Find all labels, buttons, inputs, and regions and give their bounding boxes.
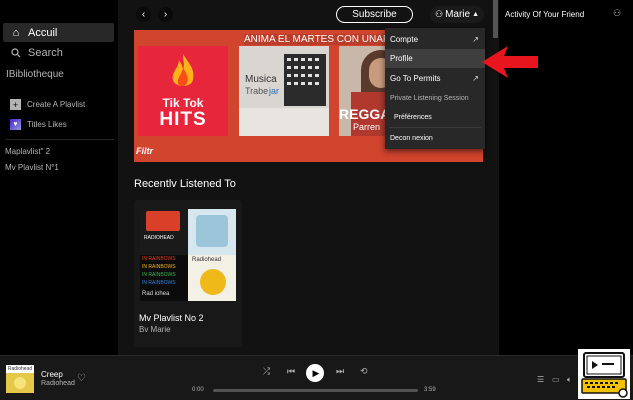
menu-item-label: Private Listening Session [390,95,469,102]
card-subtitle: Bv Marie [139,325,171,334]
add-friend-icon[interactable]: ⚇ [613,8,621,19]
collage-text: IN RAINBOWS [142,256,176,262]
sidebar-divider [6,139,114,140]
liked-titles-button[interactable]: ♥ Titles Likes [10,119,67,130]
card-title: Mv Plavlist No 2 [139,313,204,323]
now-playing-title[interactable]: Creep [41,370,63,379]
chevron-right-icon: › [163,9,168,20]
menu-item-permits[interactable]: Go To Permits ↗ [385,69,485,88]
collage-tile: IN RAINBOWS IN RAINBOWS IN RAINBOWS IN R… [140,255,188,301]
section-title: Recentlv Listened To [134,178,236,190]
nav-search[interactable]: Search [3,43,114,62]
menu-item-label: Compte [390,35,419,44]
back-button[interactable]: ‹ [136,7,151,22]
site-logo-icon [578,349,630,399]
play-button[interactable]: ▶ [306,364,324,382]
user-icon: ⚇ [435,9,444,19]
cover-title-line: Parren [353,122,381,132]
external-link-icon: ↗ [472,35,479,44]
banner-title: ANIMA EL MARTES CON UNAPL [244,34,396,45]
collage-text: RADIOHEAD [144,235,174,241]
time-total: 3:59 [424,387,436,393]
flame-icon [172,54,194,86]
menu-item-preferences[interactable]: Préférences [385,108,485,127]
sidebar: ⌂ Accuil Search IBibliotheque + Create A… [0,0,118,355]
caret-up-icon: ▲ [472,11,480,18]
menu-divider [389,127,481,128]
scrollbar[interactable] [493,0,498,38]
nav-home-label: Accuil [28,26,58,39]
cover-title-line: Trabe [245,86,269,96]
search-icon [9,47,23,58]
menu-item-label: Decon nexion [390,135,433,142]
devices-icon[interactable]: ▭ [552,375,560,384]
chevron-left-icon: ‹ [141,9,146,20]
cover-title-line: Musica [245,74,277,85]
recent-playlist-card[interactable]: RADIOHEAD IN RAINBOWS IN RAINBOWS IN RAI… [134,200,242,347]
repeat-icon[interactable]: ⟲ [360,366,368,377]
user-name: Marie [445,9,471,20]
now-playing-album-art[interactable]: Radiohead [6,365,34,393]
cover-title-line: HITS [159,109,207,130]
playlist-cover-musica[interactable]: Musica Trabe jar [239,46,329,136]
album-art-label: Radiohead [6,365,34,373]
subscribe-button[interactable]: Subscribe [336,6,413,23]
playlist-cover-tiktok[interactable]: Tik Tok HITS [138,46,228,136]
cover-title-line: jar [269,86,280,96]
next-icon[interactable]: ⏭ [336,366,344,377]
collage-shape [146,211,180,231]
playlist-collage: RADIOHEAD IN RAINBOWS IN RAINBOWS IN RAI… [140,209,236,301]
collage-text: IN RAINBOWS [142,280,176,286]
collage-tile: Radiohead [188,255,236,301]
friend-activity-title: Activity Of Your Friend [505,10,585,19]
user-menu-button[interactable]: ⚇ Marie ▲ [430,6,485,23]
cover-title-line: REGGA [339,106,391,122]
previous-icon[interactable]: ⏮ [287,366,295,377]
menu-item-label: Go To Permits [390,74,441,83]
collage-text: Radiohead [192,257,222,263]
progress-bar[interactable] [213,389,418,392]
menu-item-logout[interactable]: Decon nexion [385,129,485,148]
menu-item-label: Préférences [394,114,432,121]
queue-icon[interactable]: ☰ [537,375,544,384]
calendar-shape [284,54,326,106]
nav-home[interactable]: ⌂ Accuil [3,23,114,42]
shuffle-icon[interactable]: ⤮ [263,366,270,377]
time-elapsed: 0:00 [192,387,204,393]
desk-shape [239,108,329,136]
play-icon: ▶ [312,367,320,378]
liked-titles-label: Titles Likes [27,120,67,129]
sidebar-playlist-item[interactable]: Mv Plavlist N°1 [5,163,59,172]
create-playlist-label: Create A Plavlist [27,100,86,109]
album-art-shape [14,377,26,389]
collage-tile [188,209,236,255]
volume-icon[interactable]: 🔈︎ [567,375,572,385]
menu-item-label: Profile [390,54,413,63]
menu-item-private-session[interactable]: Private Listening Session [385,89,485,108]
cover-title-line: Tik Tok [162,96,204,110]
heart-icon: ♥ [10,119,21,130]
filtr-logo: Filtr [136,146,153,156]
plus-icon: + [10,99,21,110]
home-icon: ⌂ [12,26,20,39]
user-dropdown-menu: Compte ↗ Profile Go To Permits ↗ Private… [385,28,485,149]
menu-item-profile[interactable]: Profile [385,49,485,68]
now-playing-artist[interactable]: Radiohead [41,380,75,387]
external-link-icon: ↗ [472,74,479,83]
collage-shape [200,269,226,295]
forward-button[interactable]: › [158,7,173,22]
collage-shape [196,215,228,247]
collage-text: Rad iohea [142,291,170,297]
create-playlist-button[interactable]: + Create A Plavlist [10,99,85,110]
menu-item-account[interactable]: Compte ↗ [385,30,485,49]
annotation-arrow-icon [482,46,538,78]
nav-search-label: Search [28,46,63,59]
library-link[interactable]: IBibliotheque [6,69,64,80]
collage-tile: RADIOHEAD [140,209,188,255]
player-bar: Radiohead Creep Radiohead ♡ ⤮ ⏮ ▶ ⏭ ⟲ 0:… [0,355,633,400]
collage-text: IN RAINBOWS [142,264,176,270]
heart-icon[interactable]: ♡ [77,373,86,384]
sidebar-playlist-item[interactable]: Maplavlist" 2 [5,147,50,156]
collage-text: IN RAINBOWS [142,272,176,278]
